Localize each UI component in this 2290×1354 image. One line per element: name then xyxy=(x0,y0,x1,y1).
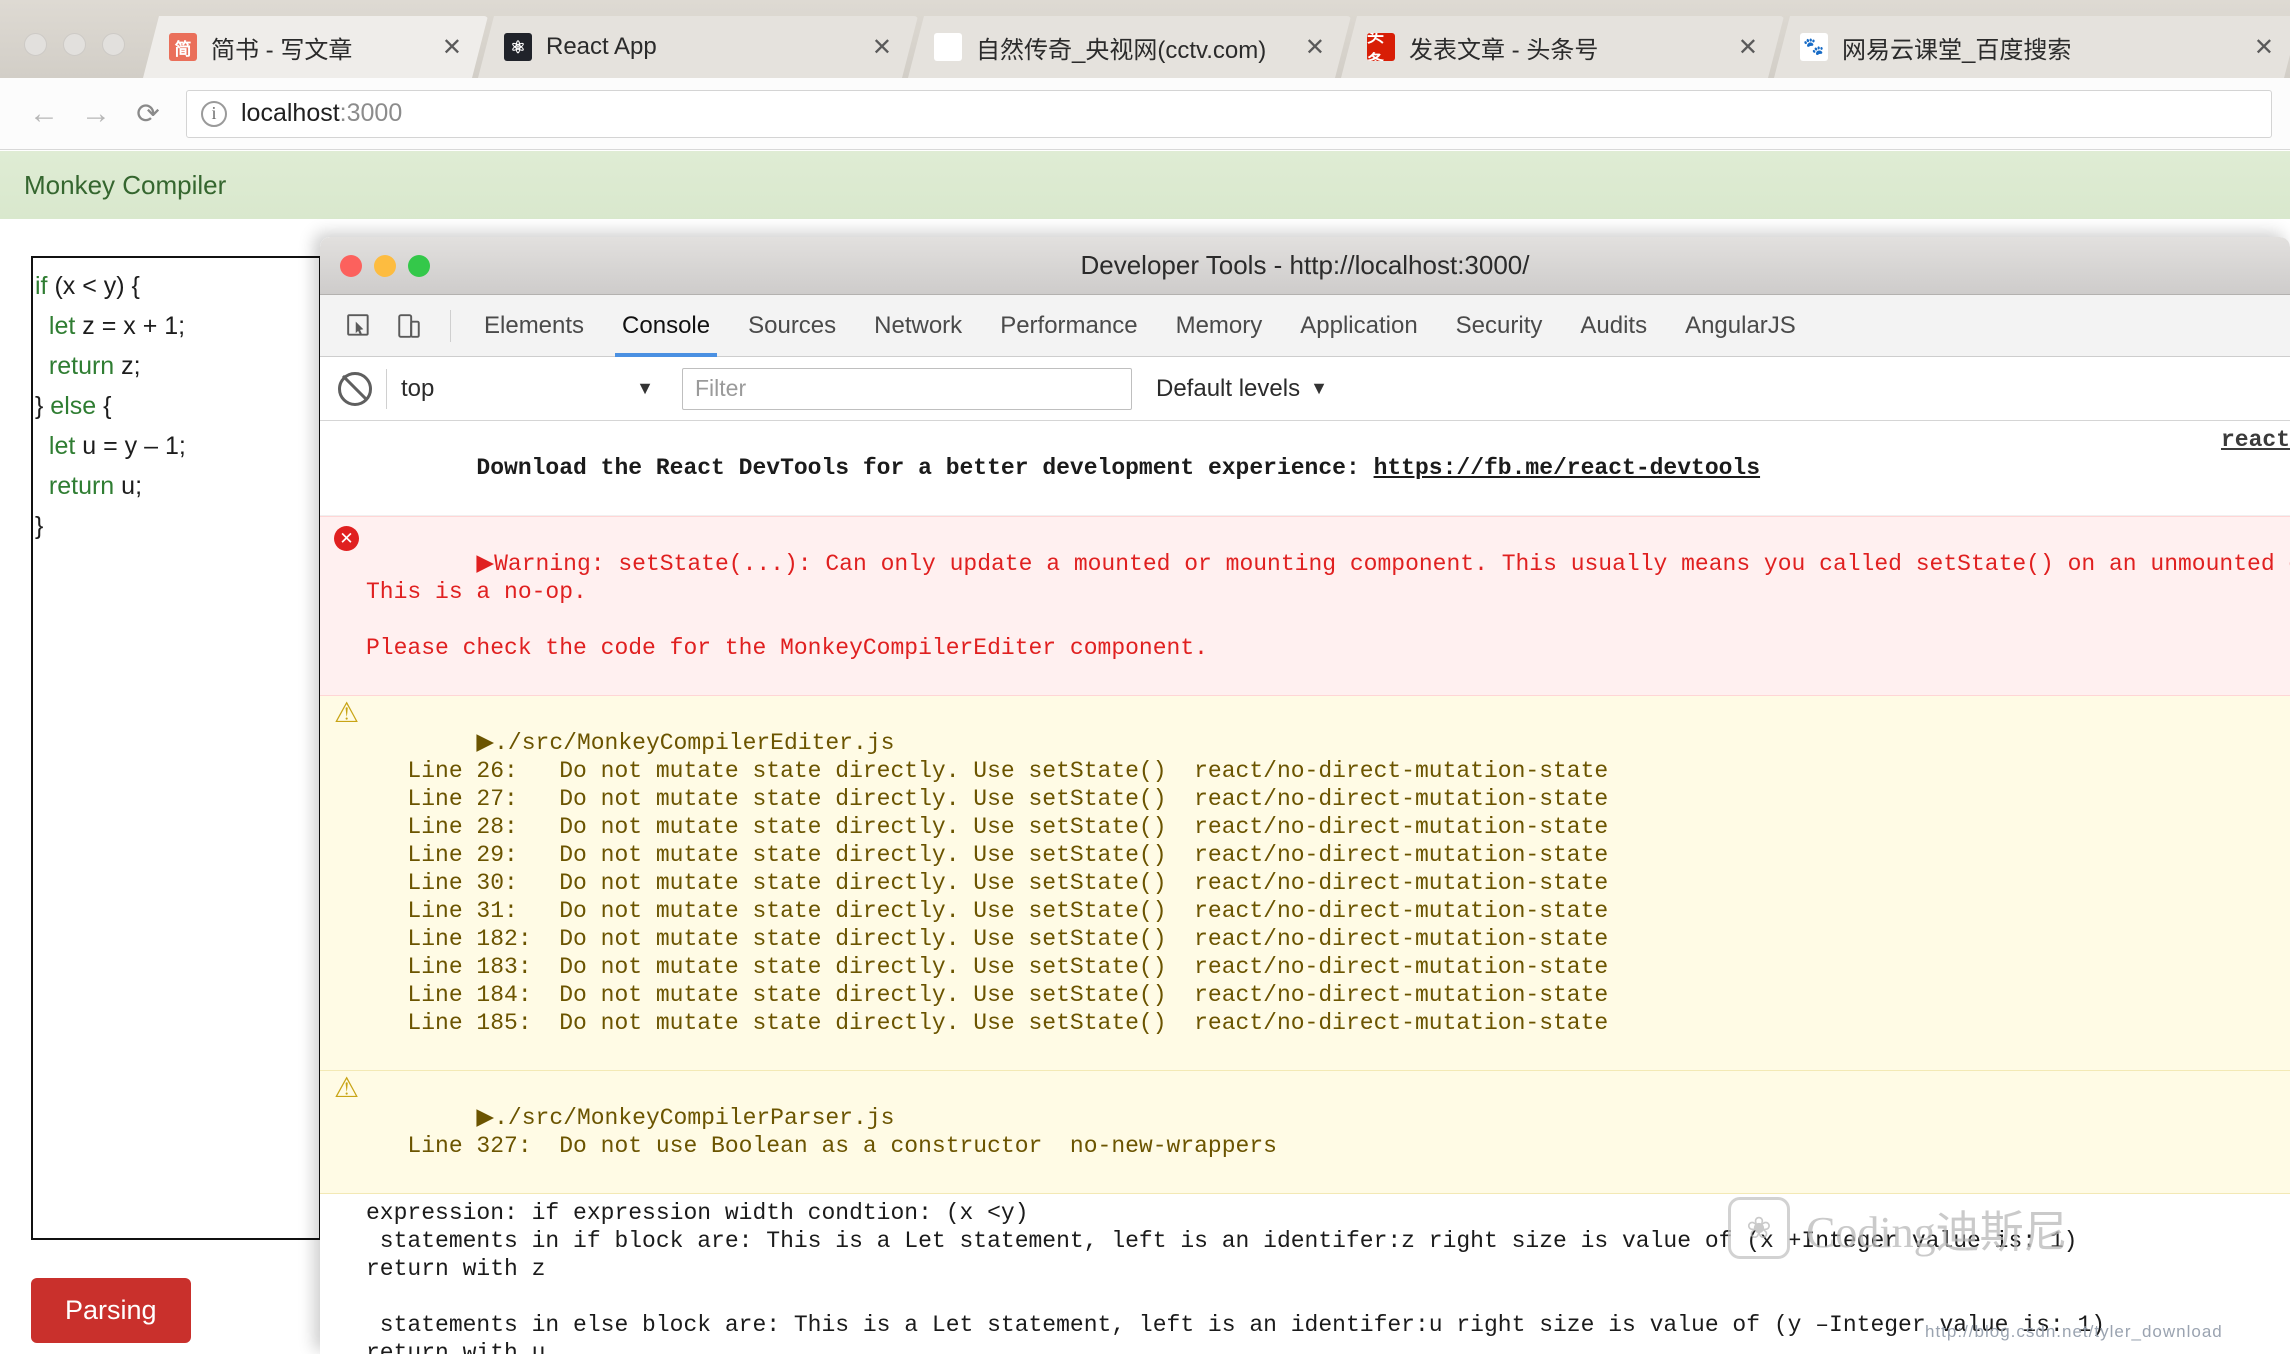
code-line: return z; xyxy=(48,352,141,380)
close-icon[interactable]: ✕ xyxy=(2236,33,2290,62)
window-maximize-button[interactable] xyxy=(102,33,125,56)
inspect-element-icon[interactable] xyxy=(336,303,382,349)
toolbar-divider xyxy=(450,309,451,342)
warning-lines: Line 327: Do not use Boolean as a constr… xyxy=(366,1133,1277,1159)
browser-tab-title: React App xyxy=(546,33,657,60)
chevron-down-icon: ▼ xyxy=(1310,378,1328,398)
code-line: let u = y – 1; xyxy=(48,432,186,460)
devtools-window-title: Developer Tools - http://localhost:3000/ xyxy=(1080,250,1530,280)
code-line: } else { xyxy=(35,392,112,420)
message-source-link[interactable]: react xyxy=(2221,426,2290,454)
url-host: localhost xyxy=(241,99,340,127)
console-message-warning-parser[interactable]: ⚠ ▶./src/MonkeyCompilerParser.js Line 327… xyxy=(320,1071,2290,1194)
browser-tab-jianshu[interactable]: 简 简书 - 写文章 ✕ xyxy=(143,16,488,78)
log-lines: expression: if expression width condtion… xyxy=(366,1200,2106,1354)
browser-tab-toutiao[interactable]: 头条 发表文章 - 头条号 ✕ xyxy=(1341,16,1784,78)
code-line: if (x < y) { xyxy=(35,272,140,300)
devtools-titlebar: Developer Tools - http://localhost:3000/ xyxy=(320,237,2290,295)
expand-arrow-icon[interactable]: ▶ xyxy=(476,1105,494,1131)
warning-file-name[interactable]: ./src/MonkeyCompilerEditer.js xyxy=(494,730,894,756)
url-text: localhost:3000 xyxy=(241,99,402,128)
execution-context-value: top xyxy=(401,374,435,402)
log-levels-label: Default levels xyxy=(1156,374,1301,402)
console-message-error[interactable]: ✕ ▶Warning: setState(...): Can only updat… xyxy=(320,516,2290,696)
code-editor[interactable]: if (x < y) { let z = x + 1; return z; } e… xyxy=(31,256,321,1240)
console-message-react-devtools[interactable]: Download the React DevTools for a better… xyxy=(320,421,2290,516)
cctv-icon: C xyxy=(934,33,962,61)
toutiao-icon: 头条 xyxy=(1367,33,1395,61)
console-message-warning-editer[interactable]: ⚠ ▶./src/MonkeyCompilerEditer.js Line 26:… xyxy=(320,696,2290,1071)
back-icon[interactable]: ← xyxy=(18,97,70,131)
devtools-tab-audits[interactable]: Audits xyxy=(1561,295,1666,357)
devtools-tab-console[interactable]: Console xyxy=(603,295,729,357)
devtools-tab-sources[interactable]: Sources xyxy=(729,295,855,357)
error-badge: ✕ xyxy=(334,526,359,551)
devtools-window: Developer Tools - http://localhost:3000/… xyxy=(320,237,2290,1354)
expand-arrow-icon[interactable]: ▶ xyxy=(476,730,494,756)
message-text: Download the React DevTools for a better… xyxy=(476,455,1374,481)
console-toolbar: top ▼ Default levels ▼ xyxy=(320,357,2290,421)
browser-tab-strip: 简 简书 - 写文章 ✕ ⚛ React App ✕ C 自然传奇_央视网(cc… xyxy=(0,0,2290,78)
code-line: } xyxy=(35,512,44,540)
console-output[interactable]: Download the React DevTools for a better… xyxy=(320,421,2290,1354)
app-brand-title: Monkey Compiler xyxy=(24,169,227,200)
console-filter-input[interactable] xyxy=(682,367,1132,410)
error-line-1: Warning: setState(...): Can only update … xyxy=(494,551,2290,577)
execution-context-select[interactable]: top ▼ xyxy=(386,368,666,409)
warning-badge: ⚠ xyxy=(333,696,360,728)
expand-arrow-icon[interactable]: ▶ xyxy=(476,551,494,577)
forward-icon[interactable]: → xyxy=(70,97,122,131)
code-line: return u; xyxy=(48,472,143,500)
browser-tab-title: 简书 - 写文章 xyxy=(211,36,353,64)
devtools-tab-bar: Elements Console Sources Network Perform… xyxy=(320,295,2290,357)
devtools-tab-network[interactable]: Network xyxy=(855,295,981,357)
info-icon[interactable]: i xyxy=(201,100,227,127)
devtools-tab-memory[interactable]: Memory xyxy=(1157,295,1282,357)
browser-tab-cctv[interactable]: C 自然传奇_央视网(cctv.com) ✕ xyxy=(908,16,1351,78)
browser-tabs: 简 简书 - 写文章 ✕ ⚛ React App ✕ C 自然传奇_央视网(cc… xyxy=(143,0,2290,78)
chevron-down-icon: ▼ xyxy=(636,378,654,398)
close-icon[interactable]: ✕ xyxy=(424,33,478,62)
close-icon[interactable]: ✕ xyxy=(1287,33,1341,62)
baidu-icon: 🐾 xyxy=(1800,33,1828,61)
jianshu-icon: 简 xyxy=(169,33,197,61)
browser-tab-title: 网易云课堂_百度搜索 xyxy=(1842,36,2072,64)
clear-console-icon[interactable] xyxy=(338,371,372,406)
devtools-tab-performance[interactable]: Performance xyxy=(981,295,1156,357)
devtools-tab-application[interactable]: Application xyxy=(1281,295,1436,357)
reload-icon[interactable]: ⟳ xyxy=(122,97,174,130)
warning-badge: ⚠ xyxy=(333,1071,360,1103)
close-icon[interactable]: ✕ xyxy=(854,33,908,62)
log-levels-dropdown[interactable]: Default levels ▼ xyxy=(1156,375,1328,403)
address-bar[interactable]: i localhost:3000 xyxy=(186,89,2272,138)
browser-tab-title: 发表文章 - 头条号 xyxy=(1409,36,1599,64)
code-line: let z = x + 1; xyxy=(48,312,186,340)
react-devtools-link[interactable]: https://fb.me/react-devtools xyxy=(1374,455,1760,481)
parsing-button[interactable]: Parsing xyxy=(31,1278,191,1343)
devtools-tab-elements[interactable]: Elements xyxy=(465,295,603,357)
react-icon: ⚛ xyxy=(504,33,532,61)
devtools-tab-security[interactable]: Security xyxy=(1437,295,1562,357)
browser-tab-react-app[interactable]: ⚛ React App ✕ xyxy=(478,16,918,78)
window-controls xyxy=(0,33,143,78)
browser-tab-baidu[interactable]: 🐾 网易云课堂_百度搜索 ✕ xyxy=(1774,16,2290,78)
browser-tab-title: 自然传奇_央视网(cctv.com) xyxy=(976,36,1267,64)
url-port: :3000 xyxy=(339,99,403,127)
warning-file-name[interactable]: ./src/MonkeyCompilerParser.js xyxy=(494,1105,894,1131)
browser-toolbar: ← → ⟳ i localhost:3000 xyxy=(0,78,2290,150)
warning-lines: Line 26: Do not mutate state directly. U… xyxy=(407,758,1609,1036)
browser-window: 简 简书 - 写文章 ✕ ⚛ React App ✕ C 自然传奇_央视网(cc… xyxy=(0,0,2290,1354)
app-header: Monkey Compiler xyxy=(0,151,2290,219)
window-minimize-button[interactable] xyxy=(63,33,86,56)
error-line-2: This is a no-op. xyxy=(366,579,587,605)
device-toolbar-icon[interactable] xyxy=(386,303,432,349)
devtools-tab-angularjs[interactable]: AngularJS xyxy=(1666,295,1815,357)
error-line-4: Please check the code for the MonkeyComp… xyxy=(366,635,1208,661)
watermark-url: http://blog.csdn.net/tyler_download xyxy=(1925,1322,2223,1341)
close-icon[interactable]: ✕ xyxy=(1720,33,1774,62)
window-close-button[interactable] xyxy=(24,33,47,56)
